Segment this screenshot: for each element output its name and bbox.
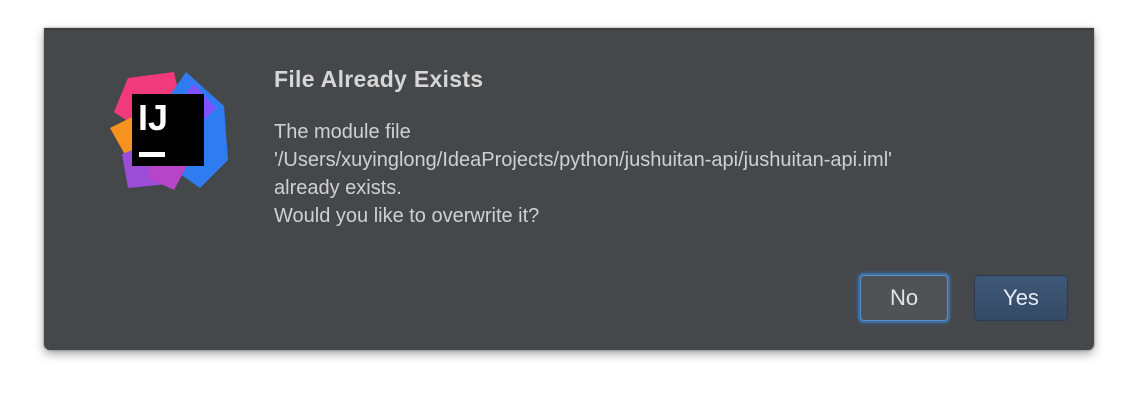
file-exists-dialog: IJ File Already Exists The module file '… xyxy=(44,28,1094,350)
dialog-message: The module file '/Users/xuyinglong/IdeaP… xyxy=(274,118,1074,230)
intellij-idea-icon: IJ xyxy=(110,72,228,190)
dialog-title: File Already Exists xyxy=(274,66,484,92)
no-button[interactable]: No xyxy=(860,275,948,321)
message-line-path: '/Users/xuyinglong/IdeaProjects/python/j… xyxy=(274,149,892,171)
yes-button[interactable]: Yes xyxy=(974,275,1068,321)
message-line: The module file xyxy=(274,121,411,143)
logo-letters: IJ xyxy=(138,97,168,138)
message-line: already exists. xyxy=(274,177,402,199)
dialog-top-shadow xyxy=(44,28,1094,32)
message-line-question: Would you like to overwrite it? xyxy=(274,205,540,227)
